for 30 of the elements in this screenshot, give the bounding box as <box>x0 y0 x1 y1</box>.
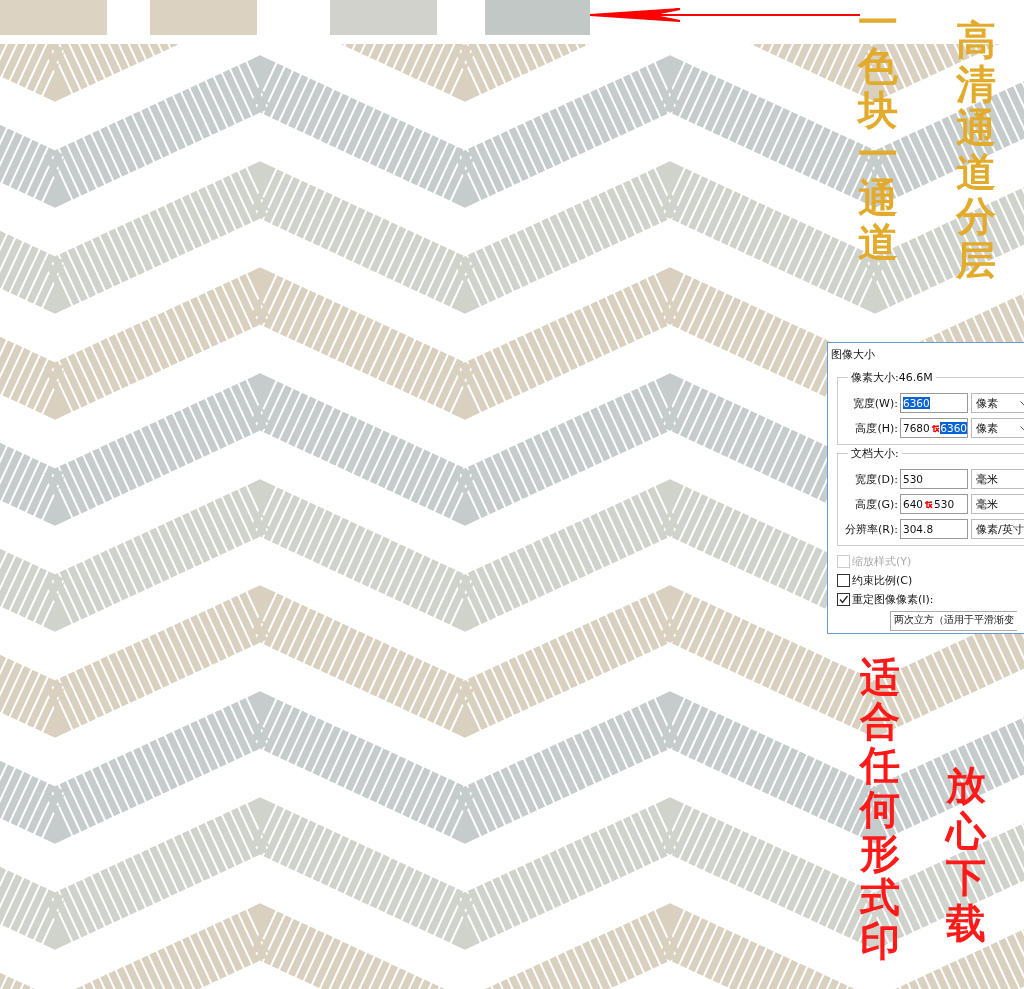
value-field[interactable]: 7680 6360 <box>900 418 968 438</box>
checkbox-label: 重定图像像素(I): <box>852 592 934 607</box>
vertical-caption: 一色块一通道 <box>858 0 898 264</box>
change-mark-icon <box>924 499 934 509</box>
unit-dropdown[interactable]: 像素 <box>971 418 1024 438</box>
checkbox-label: 约束比例(C) <box>852 573 913 588</box>
field-label: 分辨率(R): <box>844 521 899 537</box>
value-field[interactable]: 640 530 <box>900 494 968 514</box>
vertical-caption: 放心下载 <box>946 762 986 946</box>
checkbox[interactable] <box>837 593 850 606</box>
dialog-title: 图像大小 <box>830 347 876 363</box>
unit-dropdown[interactable]: 像素 <box>971 393 1024 413</box>
vertical-caption: 高清通道分层 <box>956 18 996 282</box>
group-legend: 文档大小: <box>848 446 902 461</box>
unit-dropdown[interactable]: 毫米 <box>971 494 1024 514</box>
field-label: 高度(G): <box>854 496 899 512</box>
field-label: 宽度(W): <box>851 395 899 411</box>
value-field[interactable]: 6360 <box>900 393 968 413</box>
value-field[interactable]: 304.8 <box>900 519 968 539</box>
unit-dropdown[interactable]: 毫米 <box>971 469 1024 489</box>
resample-dropdown[interactable]: 两次立方（适用于平滑渐变 <box>890 611 1017 631</box>
checkbox[interactable] <box>837 574 850 587</box>
vertical-caption: 适合任何形式印 <box>860 655 900 963</box>
field-label: 高度(H): <box>854 420 899 436</box>
group-legend: 像素大小:46.6M <box>848 370 936 385</box>
checkbox-label: 缩放样式(Y) <box>852 554 912 569</box>
field-label: 宽度(D): <box>854 471 899 487</box>
unit-dropdown[interactable]: 像素/英寸 <box>971 519 1024 539</box>
value-field[interactable]: 530 <box>900 469 968 489</box>
change-mark-icon <box>930 423 940 433</box>
